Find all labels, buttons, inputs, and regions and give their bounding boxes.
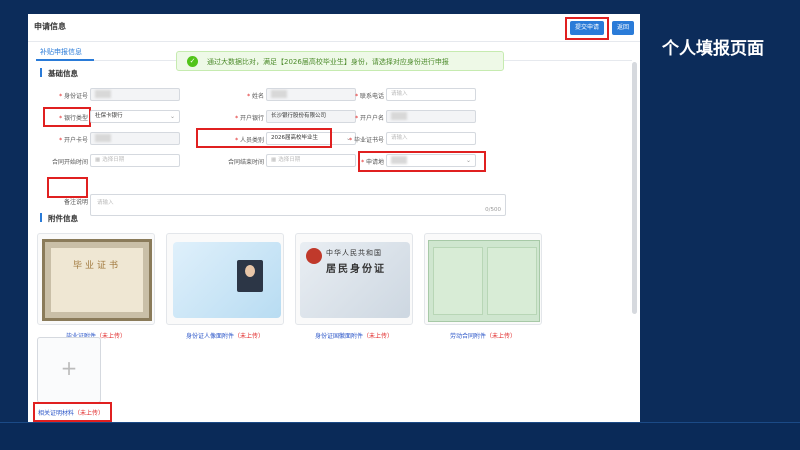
footer-band	[0, 422, 800, 450]
diploma-sample-text: 毕业证书	[72, 261, 121, 271]
id-number-field	[90, 88, 180, 101]
masked-value	[95, 134, 111, 142]
section-attachments-title: 附件信息	[48, 214, 78, 223]
upload-button[interactable]: +	[37, 337, 101, 403]
highlight-remark	[47, 177, 88, 198]
phone-label: * 联系电话	[355, 93, 384, 100]
id-back-attachment-caption: 身份证国徽面附件（未上传）	[314, 333, 394, 340]
remark-placeholder: 请输入	[97, 200, 114, 206]
calendar-icon: ▦	[95, 157, 101, 163]
highlight-apply-place	[358, 151, 486, 172]
check-circle-icon: ✓	[187, 56, 198, 67]
remark-label: 备注说明	[63, 199, 88, 206]
account-name-field	[386, 110, 476, 123]
calendar-icon: ▦	[271, 157, 277, 163]
bank-type-select[interactable]: 社保卡银行 ⌄	[90, 110, 180, 123]
section-marker	[40, 68, 42, 77]
name-label: * 姓名	[247, 93, 264, 100]
contract-upload-card[interactable]	[424, 233, 542, 325]
id-number-label: * 身份证号	[59, 93, 88, 100]
tab-active-indicator	[36, 59, 94, 61]
highlight-bank-type	[43, 107, 91, 127]
id-back-upload-card[interactable]: 中华人民共和国 居民身份证	[295, 233, 413, 325]
application-window: 申请信息 提交申请 返回 补贴申报信息 ✓ 通过大数据比对，满足【2026届高校…	[28, 14, 640, 422]
contract-attachment-caption: 劳动合同附件（未上传）	[449, 333, 517, 340]
chevron-down-icon: ⌄	[169, 113, 175, 120]
card-number-label: * 开户卡号	[59, 137, 88, 144]
id-back-sample-image: 中华人民共和国 居民身份证	[300, 242, 410, 318]
phone-input[interactable]: 请输入	[386, 88, 476, 101]
slide-title: 个人填报页面	[662, 39, 764, 59]
diploma-upload-card[interactable]: 毕业证书	[37, 233, 155, 325]
section-marker	[40, 213, 42, 222]
tab-subsidy-info[interactable]: 补贴申报信息	[40, 47, 82, 57]
contract-sample-image	[428, 240, 540, 322]
match-notice-text: 通过大数据比对，满足【2026届高校毕业生】身份，请选择对应身份进行申报	[207, 58, 449, 66]
id-front-attachment-caption: 身份证人像面附件（未上传）	[185, 333, 265, 340]
remark-textarea[interactable]: 请输入 0/500	[90, 194, 506, 216]
masked-value	[391, 112, 407, 120]
contract-start-label: 合同开始时间	[51, 159, 88, 166]
highlight-extra-material	[33, 402, 112, 422]
masked-value	[95, 90, 111, 98]
id-front-sample-image	[173, 242, 281, 318]
cert-number-input[interactable]: 请输入	[386, 132, 476, 145]
window-header: 申请信息 提交申请 返回	[28, 14, 640, 42]
national-emblem-icon	[306, 248, 322, 264]
bank-label: * 开户银行	[235, 115, 264, 122]
back-button[interactable]: 返回	[612, 21, 634, 35]
window-title: 申请信息	[34, 22, 66, 31]
vertical-scrollbar[interactable]	[632, 62, 637, 314]
diploma-sample-image: 毕业证书	[42, 239, 152, 321]
highlight-person-type	[196, 128, 332, 148]
cert-number-label: * 毕业证书号	[349, 137, 384, 144]
contract-start-date[interactable]: ▦ 选择日期	[90, 154, 180, 167]
section-basic-title: 基础信息	[48, 69, 78, 78]
portrait-photo	[237, 260, 263, 292]
id-front-upload-card[interactable]	[166, 233, 284, 325]
account-name-label: * 开户户名	[355, 115, 384, 122]
match-notice: ✓ 通过大数据比对，满足【2026届高校毕业生】身份，请选择对应身份进行申报	[176, 51, 504, 71]
remark-char-count: 0/500	[485, 207, 501, 213]
highlight-submit	[565, 17, 609, 40]
id-back-sample-line1: 中华人民共和国	[326, 249, 382, 257]
masked-value	[271, 90, 287, 98]
id-back-sample-line2: 居民身份证	[326, 264, 386, 275]
card-number-field	[90, 132, 180, 145]
contract-end-label: 合同结束时间	[227, 159, 264, 166]
